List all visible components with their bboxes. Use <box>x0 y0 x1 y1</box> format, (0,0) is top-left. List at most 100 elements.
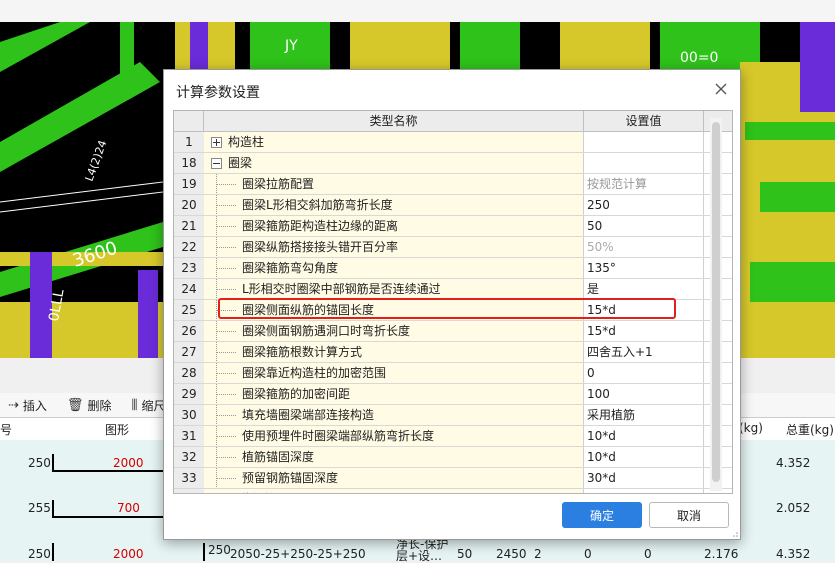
grid-row-33[interactable]: 33 预留钢筋锚固深度 30*d <box>174 468 732 489</box>
grid-scrollbar[interactable] <box>710 118 722 491</box>
row-number: 33 <box>174 468 205 488</box>
cell-b: 2000 <box>113 547 144 561</box>
param-value <box>584 489 704 493</box>
grid-row-23[interactable]: 23 圈梁箍筋弯勾角度 135° <box>174 258 732 279</box>
tree-branch <box>216 205 236 206</box>
row-number: 32 <box>174 447 205 467</box>
cell-b: 2000 <box>113 456 144 470</box>
tree-branch <box>216 226 236 227</box>
grid-row-20[interactable]: 20 圈梁L形相交斜加筋弯折长度 250 <box>174 195 732 216</box>
shape-line <box>52 500 166 518</box>
cell-a: 255 <box>28 501 51 515</box>
tree-branch <box>216 352 236 353</box>
row-number: 34 <box>174 489 205 493</box>
param-value[interactable]: 250 <box>584 195 704 215</box>
row-number: 1 <box>174 132 205 152</box>
tree-branch <box>216 415 236 416</box>
tree-branch <box>216 247 236 248</box>
param-label: 预留钢筋锚固深度 <box>242 471 339 485</box>
param-value[interactable]: 按规范计算 <box>584 174 704 194</box>
grid-row-34[interactable]: 34 砌体加筋 <box>174 489 732 493</box>
dialog-title: 计算参数设置 <box>176 85 260 101</box>
row-number: 20 <box>174 195 205 215</box>
grid-row-27[interactable]: 27 圈梁箍筋根数计算方式 四舍五入+1 <box>174 342 732 363</box>
cell-total: 4.352 <box>776 547 811 561</box>
shape-line <box>52 543 166 561</box>
tree-branch <box>216 373 236 374</box>
param-value[interactable]: 15*d <box>584 321 704 341</box>
grid-row-1[interactable]: 1 构造柱 <box>174 132 732 153</box>
param-value[interactable]: 100 <box>584 384 704 404</box>
grid-row-24[interactable]: 24 L形相交时圈梁中部钢筋是否连续通过 是 <box>174 279 732 300</box>
scroll-thumb[interactable] <box>712 122 720 482</box>
col-total-weight: 总重(kg) <box>786 423 834 437</box>
cell-h: 0 <box>644 547 652 561</box>
param-label: L形相交时圈梁中部钢筋是否连续通过 <box>242 282 441 296</box>
delete-label: 删除 <box>87 398 112 413</box>
grid-row-26[interactable]: 26 圈梁侧面钢筋遇洞口时弯折长度 15*d <box>174 321 732 342</box>
expand-icon[interactable] <box>211 137 222 148</box>
calc-params-dialog: 计算参数设置 类型名称 设置值 1 构造柱 18 圈梁 19 圈梁拉筋配置 按规范计算 20 圈… <box>163 69 741 540</box>
row-number: 25 <box>174 300 205 320</box>
tree-branch <box>216 184 236 185</box>
tree-branch <box>216 394 236 395</box>
group-label: 圈梁 <box>228 156 253 170</box>
col-setting-value: 设置值 <box>584 111 704 131</box>
row-name-cell: L形相交时圈梁中部钢筋是否连续通过 <box>204 279 584 299</box>
cad-label-jy: JY <box>284 38 298 54</box>
cell-total: 2.052 <box>776 501 811 515</box>
cell-formula: 2050-25+250-25+250 <box>230 547 366 561</box>
collapse-icon[interactable] <box>211 158 222 169</box>
tree-branch <box>216 289 236 290</box>
grid-header: 类型名称 设置值 <box>174 111 732 132</box>
group-label: 构造柱 <box>228 135 265 149</box>
grid-row-28[interactable]: 28 圈梁靠近构造柱的加密范围 0 <box>174 363 732 384</box>
param-value[interactable]: 10*d <box>584 447 704 467</box>
delete-button[interactable]: 🗑 删除 <box>59 397 120 414</box>
cell-c: 250 <box>203 543 231 561</box>
grid-row-31[interactable]: 31 使用预埋件时圈梁端部纵筋弯折长度 10*d <box>174 426 732 447</box>
cell-e: 2450 <box>496 547 527 561</box>
param-value[interactable]: 30*d <box>584 468 704 488</box>
param-value[interactable]: 0 <box>584 363 704 383</box>
cad-label-00: 00=0 <box>680 50 718 66</box>
row-number: 26 <box>174 321 205 341</box>
param-value[interactable]: 采用植筋 <box>584 405 704 425</box>
row-name-cell: 圈梁拉筋配置 <box>204 174 584 194</box>
grid-row-19[interactable]: 19 圈梁拉筋配置 按规范计算 <box>174 174 732 195</box>
grid-row-29[interactable]: 29 圈梁箍筋的加密间距 100 <box>174 384 732 405</box>
grid-row-18[interactable]: 18 圈梁 <box>174 153 732 174</box>
param-value[interactable]: 四舍五入+1 <box>584 342 704 362</box>
resize-grip-icon[interactable] <box>730 529 738 537</box>
param-label: 圈梁箍筋的加密间距 <box>242 387 351 401</box>
cancel-button[interactable]: 取消 <box>649 502 729 528</box>
row-name-cell: 圈梁侧面纵筋的锚固长度 <box>204 300 584 320</box>
top-strip <box>0 0 835 22</box>
grid-row-32[interactable]: 32 植筋锚固深度 10*d <box>174 447 732 468</box>
param-value[interactable]: 15*d <box>584 300 704 320</box>
row-name-cell[interactable]: 砌体加筋 <box>204 489 584 493</box>
ok-button[interactable]: 确定 <box>562 502 642 528</box>
close-icon[interactable] <box>710 78 732 100</box>
param-label: 圈梁L形相交斜加筋弯折长度 <box>242 198 393 212</box>
grid-row-30[interactable]: 30 填充墙圈梁端部连接构造 采用植筋 <box>174 405 732 426</box>
grid-row-21[interactable]: 21 圈梁箍筋距构造柱边缘的距离 50 <box>174 216 732 237</box>
tree-branch <box>216 436 236 437</box>
row-name-cell: 填充墙圈梁端部连接构造 <box>204 405 584 425</box>
param-value[interactable]: 50% <box>584 237 704 257</box>
row-name-cell: 圈梁箍筋的加密间距 <box>204 384 584 404</box>
param-label: 圈梁拉筋配置 <box>242 177 315 191</box>
param-value[interactable]: 50 <box>584 216 704 236</box>
delete-icon: 🗑 <box>66 397 84 413</box>
param-value[interactable]: 是 <box>584 279 704 299</box>
cell-a: 250 <box>28 456 51 470</box>
grid-rows: 1 构造柱 18 圈梁 19 圈梁拉筋配置 按规范计算 20 圈梁L形相交斜加筋弯折长度 250 2… <box>174 132 732 493</box>
insert-button[interactable]: ⇢ 插入 <box>0 397 55 414</box>
param-value[interactable]: 135° <box>584 258 704 278</box>
grid-row-25[interactable]: 25 圈梁侧面纵筋的锚固长度 15*d <box>174 300 732 321</box>
grid-row-22[interactable]: 22 圈梁纵筋搭接接头错开百分率 50% <box>174 237 732 258</box>
insert-icon: ⇢ <box>8 397 19 413</box>
row-name-cell[interactable]: 构造柱 <box>204 132 584 152</box>
param-value[interactable]: 10*d <box>584 426 704 446</box>
row-name-cell[interactable]: 圈梁 <box>204 153 584 173</box>
